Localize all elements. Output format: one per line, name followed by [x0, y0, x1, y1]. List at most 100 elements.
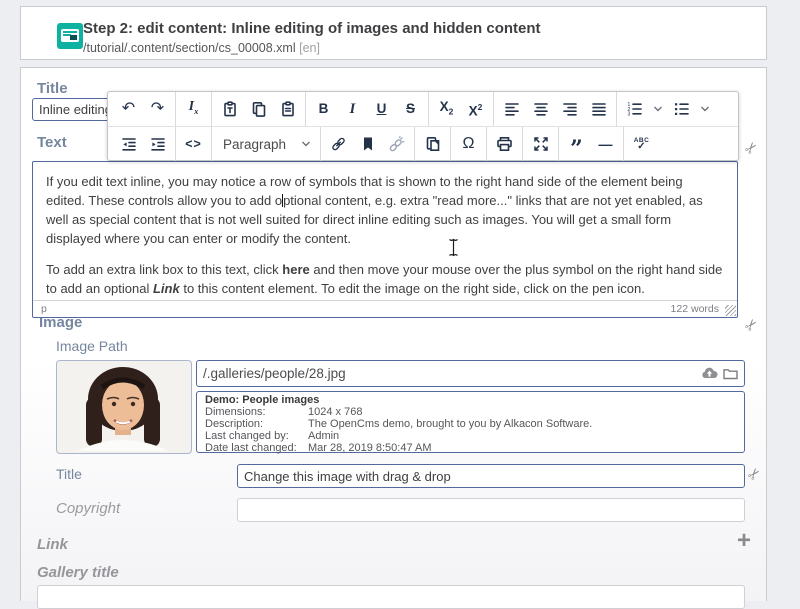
toolbar-group — [111, 127, 176, 161]
info-value: Admin — [308, 430, 339, 442]
clear-formatting-button[interactable]: Ix — [180, 95, 207, 123]
image-info-row: Dimensions:1024 x 768 — [205, 406, 736, 418]
title-field-label: Title — [37, 80, 68, 97]
bold-button[interactable]: B — [310, 95, 337, 123]
underline-button[interactable]: U — [368, 95, 395, 123]
anchor-bookmark-icon — [361, 136, 375, 152]
paragraph-format-label: Paragraph — [223, 137, 301, 152]
redo-button[interactable]: ↷ — [144, 95, 171, 123]
special-character-button[interactable]: Ω — [455, 130, 482, 158]
copyright-input[interactable] — [237, 498, 745, 522]
ordered-list-menu-chevron-button[interactable] — [650, 95, 666, 123]
paste-as-text-icon — [222, 101, 238, 117]
gallery-title-input[interactable] — [37, 585, 745, 609]
underline-icon: U — [377, 102, 387, 116]
align-right-button[interactable] — [556, 95, 583, 123]
element-path: p — [41, 303, 47, 315]
insert-template-icon — [425, 136, 441, 152]
text-editor: If you edit text inline, you may notice … — [32, 161, 738, 318]
rte-content[interactable]: If you edit text inline, you may notice … — [33, 162, 737, 301]
strikethrough-button[interactable]: S — [397, 95, 424, 123]
subscript-icon: X2 — [440, 100, 454, 119]
unordered-list-button[interactable] — [668, 95, 695, 123]
indent-button[interactable] — [144, 130, 171, 158]
word-count: 122 words — [671, 303, 719, 315]
insert-template-button[interactable] — [419, 130, 446, 158]
paragraph-format-button[interactable]: Paragraph — [215, 137, 317, 152]
image-thumbnail[interactable] — [56, 360, 192, 454]
spellcheck-button[interactable]: ABC✓ — [628, 130, 655, 158]
toolbar-group — [523, 127, 559, 161]
source-code-button[interactable]: <> — [180, 130, 207, 158]
editor-header: Step 2: edit content: Inline editing of … — [20, 6, 767, 60]
info-value: 1024 x 768 — [308, 406, 362, 418]
subscript-button[interactable]: X2 — [433, 95, 460, 123]
editor-statusbar: p 122 words — [33, 300, 737, 317]
text-run: Link — [153, 281, 180, 296]
editor-resize-handle[interactable] — [725, 305, 736, 316]
redo-icon: ↷ — [151, 101, 164, 117]
unordered-list-icon — [673, 101, 690, 117]
ordered-list-menu-chevron-icon — [653, 105, 663, 113]
anchor-bookmark-button[interactable] — [354, 130, 381, 158]
text-run: here — [282, 262, 309, 277]
toolbar-group: ↶↷ — [111, 92, 176, 126]
opencms-content-editor: { "header": { "icon": "content-section-i… — [0, 0, 800, 600]
horizontal-rule-button[interactable]: — — [592, 130, 619, 158]
image-path-label: Image Path — [56, 338, 128, 354]
info-value: The OpenCms demo, brought to you by Alka… — [308, 418, 592, 430]
spellcheck-icon: ABC✓ — [634, 138, 650, 150]
copy-button[interactable] — [245, 95, 272, 123]
blockquote-button[interactable]: ” — [563, 130, 590, 158]
paste-button[interactable] — [274, 95, 301, 123]
align-left-icon — [504, 101, 520, 117]
resource-path: /tutorial/.content/section/cs_00008.xml … — [83, 41, 320, 55]
image-path-input[interactable] — [196, 360, 745, 387]
undo-button[interactable]: ↶ — [115, 95, 142, 123]
ordered-list-button[interactable]: 123 — [621, 95, 648, 123]
indent-icon — [150, 136, 166, 152]
source-code-icon: <> — [185, 137, 202, 151]
align-right-icon — [562, 101, 578, 117]
blockquote-icon: ” — [570, 136, 583, 152]
portrait-photo — [57, 361, 189, 451]
toolbar-group: Ω — [451, 127, 487, 161]
italic-button[interactable]: I — [339, 95, 366, 123]
image-info-row: Last changed by:Admin — [205, 430, 736, 442]
toolbar-group: Paragraph — [212, 127, 321, 161]
copyright-label: Copyright — [56, 500, 120, 517]
image-info-row: Description:The OpenCms demo, brought to… — [205, 418, 736, 430]
text-run: To add an extra link box to this text, c… — [46, 262, 282, 277]
folder-browse-icon[interactable] — [722, 365, 739, 382]
link-section-label: Link — [37, 536, 68, 553]
upload-icon[interactable] — [701, 365, 718, 382]
superscript-icon: X2 — [469, 100, 483, 119]
unordered-list-menu-chevron-icon — [700, 105, 710, 113]
image-title-input[interactable] — [237, 464, 745, 488]
paste-as-text-button[interactable] — [216, 95, 243, 123]
toolbar-row-2: <> Paragraph Ω ” — ABC✓ — [108, 126, 738, 161]
print-button[interactable] — [491, 130, 518, 158]
outdent-button[interactable] — [115, 130, 142, 158]
fullscreen-button[interactable] — [527, 130, 554, 158]
add-link-plus-icon[interactable]: + — [737, 531, 751, 551]
undo-icon: ↶ — [122, 101, 135, 117]
image-info-row: Date last changed:Mar 28, 2019 8:50:47 A… — [205, 442, 736, 454]
toolbar-row-1: ↶↷IxBIUSX2X2123 — [108, 92, 738, 126]
remove-link-button[interactable] — [383, 130, 410, 158]
image-path-field — [196, 360, 745, 387]
toolbar-group — [487, 127, 523, 161]
toolbar-group: <> — [176, 127, 212, 161]
info-label: Last changed by: — [205, 430, 308, 442]
align-justify-button[interactable] — [585, 95, 612, 123]
superscript-button[interactable]: X2 — [462, 95, 489, 123]
image-info-box: Demo: People images Dimensions:1024 x 76… — [196, 391, 745, 453]
locale-badge: [en] — [299, 41, 320, 55]
ordered-list-icon: 123 — [626, 101, 643, 117]
align-left-button[interactable] — [498, 95, 525, 123]
insert-link-button[interactable] — [325, 130, 352, 158]
align-center-button[interactable] — [527, 95, 554, 123]
unordered-list-menu-chevron-button[interactable] — [697, 95, 713, 123]
gallery-title-label: Gallery title — [37, 564, 119, 581]
svg-text:3: 3 — [628, 112, 631, 117]
